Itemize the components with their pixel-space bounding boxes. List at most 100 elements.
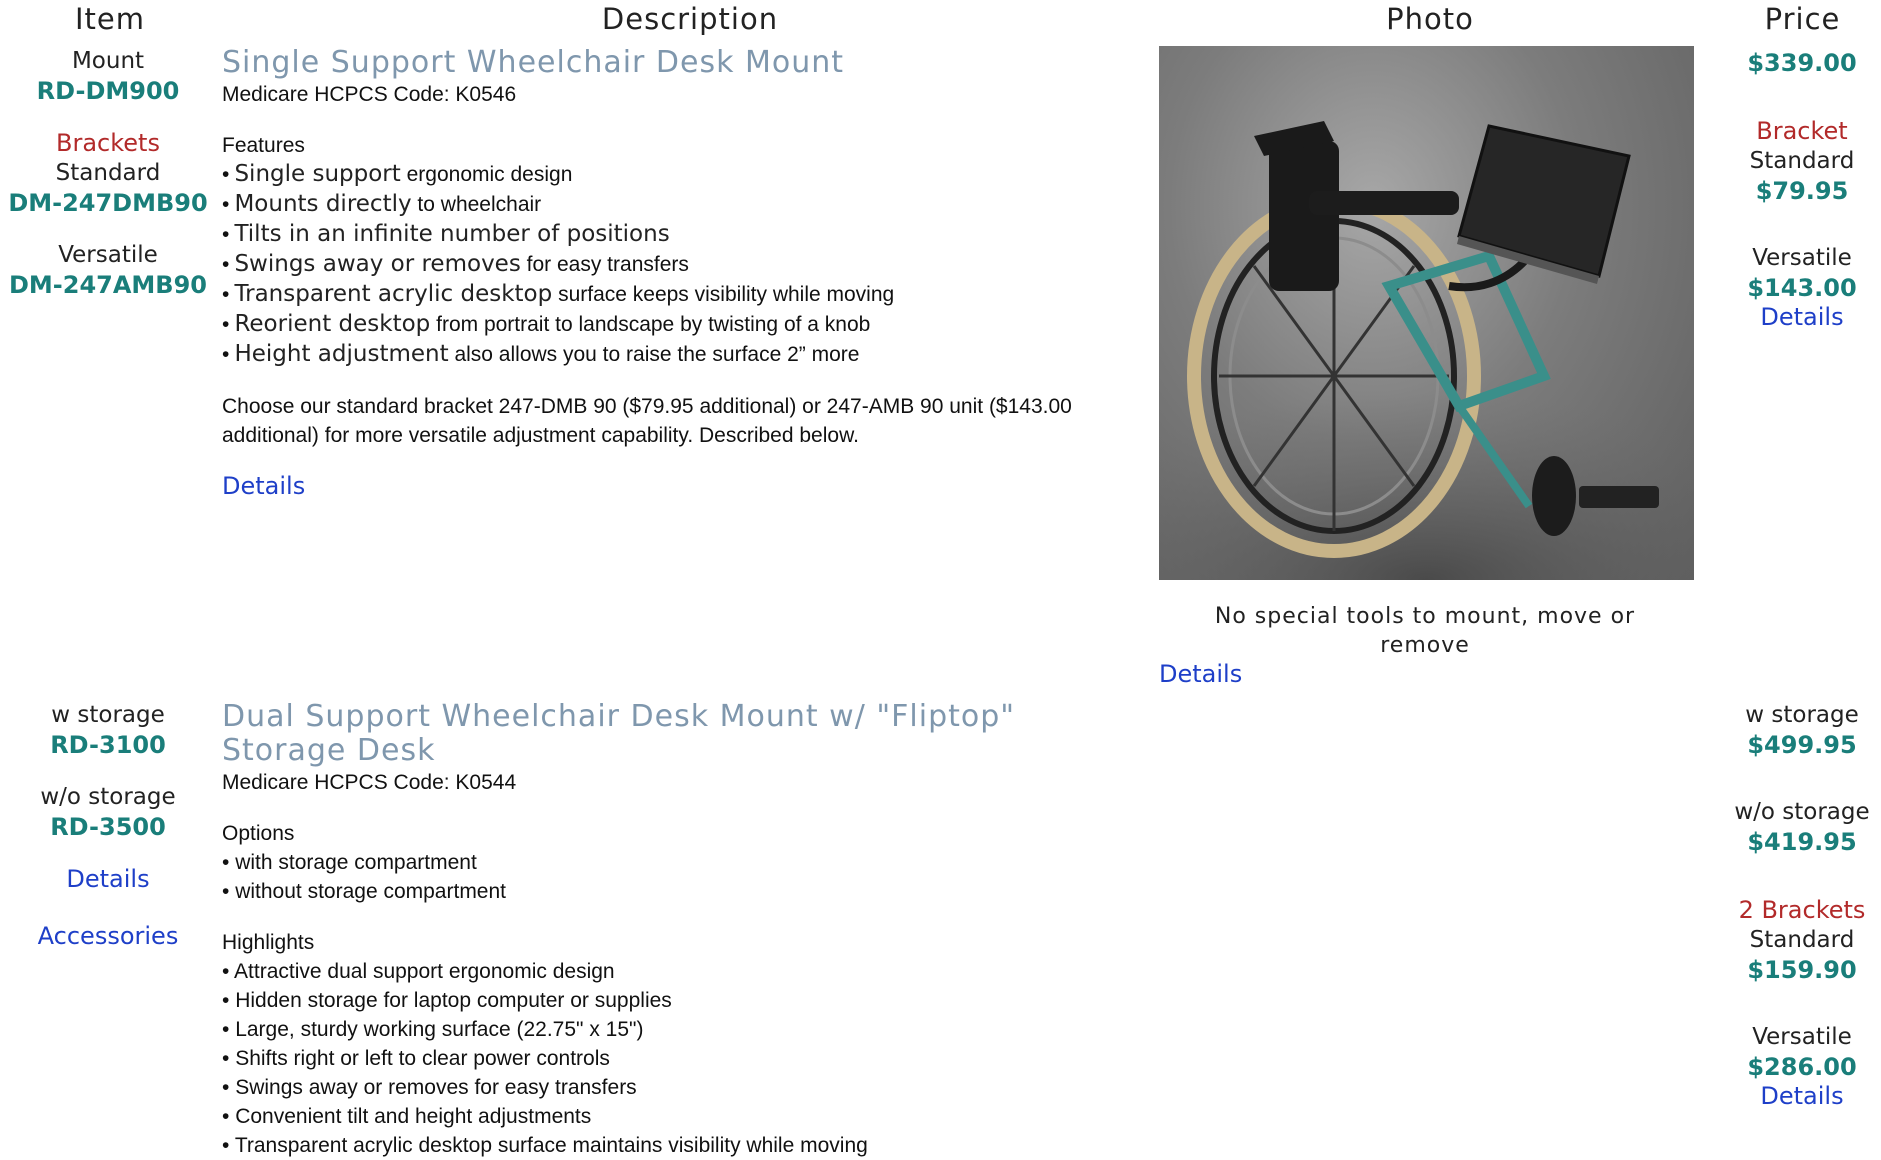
bullet: • [222, 283, 230, 306]
without-storage-price: $419.95 [1747, 828, 1857, 856]
feature-lead: Swings away or removes [234, 251, 521, 277]
choose-bracket-text: Choose our standard bracket 247-DMB 90 (… [222, 395, 1072, 447]
versatile-price: $286.00 [1747, 1053, 1857, 1081]
feature-item: • Single support ergonomic design [222, 160, 1142, 190]
row1-item-cell: Mount RD-DM900 Brackets Standard DM-247D… [0, 46, 216, 300]
feature-lead: Mounts directly [234, 191, 412, 217]
header-item: Item [74, 2, 145, 36]
with-storage-label: w storage [51, 702, 165, 728]
feature-rest: for easy transfers [520, 253, 689, 276]
standard-sku: DM-247DMB90 [8, 189, 208, 217]
with-storage-price: $499.95 [1747, 731, 1857, 759]
feature-lead: Tilts in an infinite number of positions [234, 221, 670, 247]
highlights-list: • Attractive dual support ergonomic desi… [222, 957, 1142, 1160]
photo-caption: No special tools to mount, move or remov… [1214, 604, 1636, 658]
header-description: Description [601, 2, 779, 36]
highlight-item: • Convenient tilt and height adjustments [222, 1102, 1142, 1131]
bullet: • [222, 880, 230, 903]
feature-rest: ergonomic design [400, 163, 573, 186]
bullet: • [222, 343, 230, 366]
feature-item: • Reorient desktop from portrait to land… [222, 310, 1142, 340]
feature-rest: also allows you to raise the surface 2” … [448, 343, 860, 366]
feature-lead: Single support [234, 161, 401, 187]
bullet: • [222, 253, 230, 276]
wheelchair-desk-photo [1159, 46, 1694, 580]
row1-price-cell: $339.00 Bracket Standard $79.95 Versatil… [1707, 48, 1881, 331]
without-storage-sku: RD-3500 [50, 813, 166, 841]
bracket-label: Bracket [1756, 117, 1848, 145]
highlights-label: Highlights [222, 931, 315, 954]
versatile-price: $143.00 [1747, 274, 1857, 302]
bullet: • [222, 1134, 230, 1157]
highlight-item: • Attractive dual support ergonomic desi… [222, 957, 1142, 986]
features-list: • Single support ergonomic design • Moun… [222, 160, 1142, 370]
options-list: • with storage compartment • without sto… [222, 848, 1142, 906]
hcpcs-code: Medicare HCPCS Code: K0546 [222, 83, 517, 106]
option-item: • without storage compartment [222, 877, 1142, 906]
price-details-link[interactable]: Details [1707, 1082, 1881, 1110]
bullet: • [222, 1076, 230, 1099]
bullet: • [222, 193, 230, 216]
standard-price: $79.95 [1755, 177, 1849, 205]
highlight-text: Swings away or removes for easy transfer… [235, 1076, 637, 1099]
feature-item: • Tilts in an infinite number of positio… [222, 220, 1142, 250]
feature-item: • Transparent acrylic desktop surface ke… [222, 280, 1142, 310]
mount-label: Mount [71, 48, 145, 74]
feature-lead: Reorient desktop [234, 311, 431, 337]
mount-sku: RD-DM900 [36, 77, 180, 105]
header-price: Price [1764, 2, 1841, 36]
standard-label: Standard [1749, 927, 1855, 953]
versatile-label: Versatile [1752, 245, 1852, 271]
highlight-text: Large, sturdy working surface (22.75" x … [235, 1018, 644, 1041]
with-storage-label: w storage [1745, 702, 1859, 728]
brackets-label: Brackets [56, 129, 160, 157]
bullet: • [222, 313, 230, 336]
option-item: • with storage compartment [222, 848, 1142, 877]
product-title: Single Support Wheelchair Desk Mount [222, 45, 845, 80]
highlight-text: Shifts right or left to clear power cont… [235, 1047, 610, 1070]
item-details-link[interactable]: Details [0, 864, 216, 894]
price-details-link[interactable]: Details [1707, 303, 1881, 331]
options-label: Options [222, 822, 295, 845]
bullet: • [222, 1047, 230, 1070]
row1-description-cell: Single Support Wheelchair Desk Mount Med… [222, 45, 1142, 501]
highlight-item: • Hidden storage for laptop computer or … [222, 986, 1142, 1015]
bullet: • [222, 223, 230, 246]
versatile-label: Versatile [58, 242, 158, 268]
bullet: • [222, 851, 230, 874]
feature-rest: surface keeps visibility while moving [552, 283, 895, 306]
feature-item: • Swings away or removes for easy transf… [222, 250, 1142, 280]
highlight-item: • Large, sturdy working surface (22.75" … [222, 1015, 1142, 1044]
wheelchair-illustration [1159, 121, 1694, 580]
row2-price-cell: w storage $499.95 w/o storage $419.95 2 … [1707, 700, 1881, 1110]
bullet: • [222, 1018, 230, 1041]
standard-label: Standard [55, 160, 161, 186]
row2-item-cell: w storage RD-3100 w/o storage RD-3500 De… [0, 700, 216, 951]
feature-item: • Mounts directly to wheelchair [222, 190, 1142, 220]
features-label: Features [222, 134, 305, 157]
feature-item: • Height adjustment also allows you to r… [222, 340, 1142, 370]
highlight-text: Hidden storage for laptop computer or su… [235, 989, 672, 1012]
highlight-item: • Swings away or removes for easy transf… [222, 1073, 1142, 1102]
bullet: • [222, 960, 230, 983]
photo-details-link[interactable]: Details [1159, 660, 1242, 688]
option-text: without storage compartment [235, 880, 506, 903]
feature-lead: Transparent acrylic desktop [234, 281, 553, 307]
highlight-text: Transparent acrylic desktop surface main… [234, 1134, 868, 1157]
brackets-label: 2 Brackets [1738, 896, 1866, 924]
bullet: • [222, 1105, 230, 1128]
header-photo: Photo [1386, 2, 1474, 36]
product-title: Dual Support Wheelchair Desk Mount w/ "F… [222, 699, 1016, 768]
details-link[interactable]: Details [222, 472, 1142, 500]
without-storage-label: w/o storage [40, 784, 176, 810]
option-text: with storage compartment [235, 851, 477, 874]
row2-description-cell: Dual Support Wheelchair Desk Mount w/ "F… [222, 700, 1142, 1160]
highlight-item: • Shifts right or left to clear power co… [222, 1044, 1142, 1073]
feature-rest: from portrait to landscape by twisting o… [430, 313, 871, 336]
accessories-link[interactable]: Accessories [0, 921, 216, 951]
standard-label: Standard [1749, 148, 1855, 174]
versatile-label: Versatile [1752, 1024, 1852, 1050]
bullet: • [222, 989, 230, 1012]
standard-price: $159.90 [1747, 956, 1857, 984]
highlight-text: Attractive dual support ergonomic design [234, 960, 615, 983]
